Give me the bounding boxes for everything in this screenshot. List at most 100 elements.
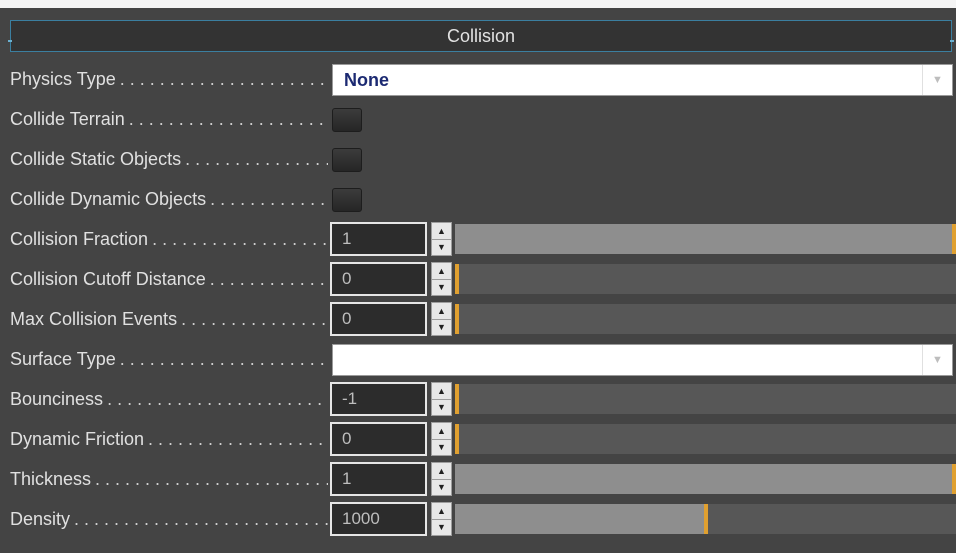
collision-fraction-label-wrap: Collision Fraction <box>10 219 328 259</box>
collision-fraction-slider[interactable] <box>455 224 956 254</box>
collide-terrain-label: Collide Terrain <box>10 108 125 129</box>
row-collide-terrain: Collide Terrain <box>0 99 956 139</box>
max-collision-events-label-wrap: Max Collision Events <box>10 299 328 339</box>
collide-dynamic-label: Collide Dynamic Objects <box>10 188 207 209</box>
collide-static-label: Collide Static Objects <box>10 148 182 169</box>
arrow-up-icon[interactable]: ▲ <box>432 463 451 480</box>
collide-static-label-wrap: Collide Static Objects <box>10 139 328 179</box>
bounciness-spinner[interactable]: ▲ ▼ <box>431 382 452 416</box>
collide-static-checkbox[interactable] <box>332 148 362 172</box>
collision-section-header[interactable]: Collision <box>10 20 952 52</box>
section-title: Collision <box>446 25 516 46</box>
surface-type-dropdown[interactable]: ▼ <box>332 344 953 376</box>
thickness-slider[interactable] <box>455 464 956 494</box>
row-collide-dynamic: Collide Dynamic Objects <box>0 179 956 219</box>
row-dynamic-friction: Dynamic Friction 0 ▲ ▼ <box>0 419 956 459</box>
slider-handle[interactable] <box>704 504 708 534</box>
slider-handle[interactable] <box>952 224 956 254</box>
slider-fill <box>455 464 956 494</box>
chevron-down-icon[interactable]: ▼ <box>922 345 952 375</box>
dynamic-friction-label-wrap: Dynamic Friction <box>10 419 328 459</box>
max-collision-events-label: Max Collision Events <box>10 308 178 329</box>
bounciness-input[interactable]: -1 <box>330 382 427 416</box>
dynamic-friction-spinner[interactable]: ▲ ▼ <box>431 422 452 456</box>
leader-dots <box>185 149 328 170</box>
row-thickness: Thickness 1 ▲ ▼ <box>0 459 956 499</box>
physics-type-label: Physics Type <box>10 68 116 89</box>
collision-cutoff-label: Collision Cutoff Distance <box>10 268 206 289</box>
thickness-spinner[interactable]: ▲ ▼ <box>431 462 452 496</box>
physics-type-label-wrap: Physics Type <box>10 59 328 99</box>
dynamic-friction-input[interactable]: 0 <box>330 422 427 456</box>
leader-dots <box>95 469 328 490</box>
slider-handle[interactable] <box>455 304 459 334</box>
max-collision-events-input[interactable]: 0 <box>330 302 427 336</box>
chevron-down-icon[interactable]: ▼ <box>922 65 952 95</box>
physics-type-value: None <box>344 70 389 90</box>
density-spinner[interactable]: ▲ ▼ <box>431 502 452 536</box>
arrow-down-icon[interactable]: ▼ <box>432 439 451 455</box>
thickness-label: Thickness <box>10 468 92 489</box>
thickness-input[interactable]: 1 <box>330 462 427 496</box>
leader-dots <box>181 309 328 330</box>
collide-terrain-label-wrap: Collide Terrain <box>10 99 328 139</box>
leader-dots <box>120 349 328 370</box>
row-collide-static: Collide Static Objects <box>0 139 956 179</box>
row-physics-type: Physics Type None ▼ <box>0 59 956 99</box>
row-collision-fraction: Collision Fraction 1 ▲ ▼ <box>0 219 956 259</box>
slider-fill <box>455 224 956 254</box>
row-density: Density 1000 ▲ ▼ <box>0 499 956 539</box>
surface-type-label: Surface Type <box>10 348 116 369</box>
arrow-down-icon[interactable]: ▼ <box>432 239 451 255</box>
density-label-wrap: Density <box>10 499 328 539</box>
thickness-label-wrap: Thickness <box>10 459 328 499</box>
leader-dots <box>210 189 328 210</box>
arrow-up-icon[interactable]: ▲ <box>432 223 451 240</box>
arrow-down-icon[interactable]: ▼ <box>432 479 451 495</box>
slider-handle[interactable] <box>455 384 459 414</box>
collide-terrain-checkbox[interactable] <box>332 108 362 132</box>
leader-dots <box>129 109 328 130</box>
collision-cutoff-slider[interactable] <box>455 264 956 294</box>
slider-handle[interactable] <box>455 264 459 294</box>
arrow-down-icon[interactable]: ▼ <box>432 519 451 535</box>
arrow-up-icon[interactable]: ▲ <box>432 383 451 400</box>
leader-dots <box>152 229 328 250</box>
header-corner-right <box>950 40 954 42</box>
collision-cutoff-spinner[interactable]: ▲ ▼ <box>431 262 452 296</box>
arrow-up-icon[interactable]: ▲ <box>432 423 451 440</box>
arrow-down-icon[interactable]: ▼ <box>432 279 451 295</box>
collision-fraction-spinner[interactable]: ▲ ▼ <box>431 222 452 256</box>
row-max-collision-events: Max Collision Events 0 ▲ ▼ <box>0 299 956 339</box>
collision-cutoff-input[interactable]: 0 <box>330 262 427 296</box>
bounciness-label-wrap: Bounciness <box>10 379 328 419</box>
physics-type-dropdown[interactable]: None ▼ <box>332 64 953 96</box>
bounciness-label: Bounciness <box>10 388 104 409</box>
bounciness-slider[interactable] <box>455 384 956 414</box>
surface-type-label-wrap: Surface Type <box>10 339 328 379</box>
arrow-down-icon[interactable]: ▼ <box>432 399 451 415</box>
row-surface-type: Surface Type ▼ <box>0 339 956 379</box>
arrow-up-icon[interactable]: ▲ <box>432 303 451 320</box>
max-collision-events-spinner[interactable]: ▲ ▼ <box>431 302 452 336</box>
slider-handle[interactable] <box>455 424 459 454</box>
arrow-up-icon[interactable]: ▲ <box>432 263 451 280</box>
leader-dots <box>120 69 328 90</box>
collide-dynamic-label-wrap: Collide Dynamic Objects <box>10 179 328 219</box>
dynamic-friction-label: Dynamic Friction <box>10 428 145 449</box>
collision-cutoff-label-wrap: Collision Cutoff Distance <box>10 259 328 299</box>
window-top-edge <box>0 0 956 8</box>
leader-dots <box>107 389 328 410</box>
row-bounciness: Bounciness -1 ▲ ▼ <box>0 379 956 419</box>
arrow-up-icon[interactable]: ▲ <box>432 503 451 520</box>
dynamic-friction-slider[interactable] <box>455 424 956 454</box>
collision-panel: Collision Physics Type None ▼ Collide Te… <box>0 8 956 553</box>
slider-handle[interactable] <box>952 464 956 494</box>
collision-fraction-input[interactable]: 1 <box>330 222 427 256</box>
density-label: Density <box>10 508 71 529</box>
density-input[interactable]: 1000 <box>330 502 427 536</box>
max-collision-events-slider[interactable] <box>455 304 956 334</box>
arrow-down-icon[interactable]: ▼ <box>432 319 451 335</box>
collide-dynamic-checkbox[interactable] <box>332 188 362 212</box>
density-slider[interactable] <box>455 504 956 534</box>
